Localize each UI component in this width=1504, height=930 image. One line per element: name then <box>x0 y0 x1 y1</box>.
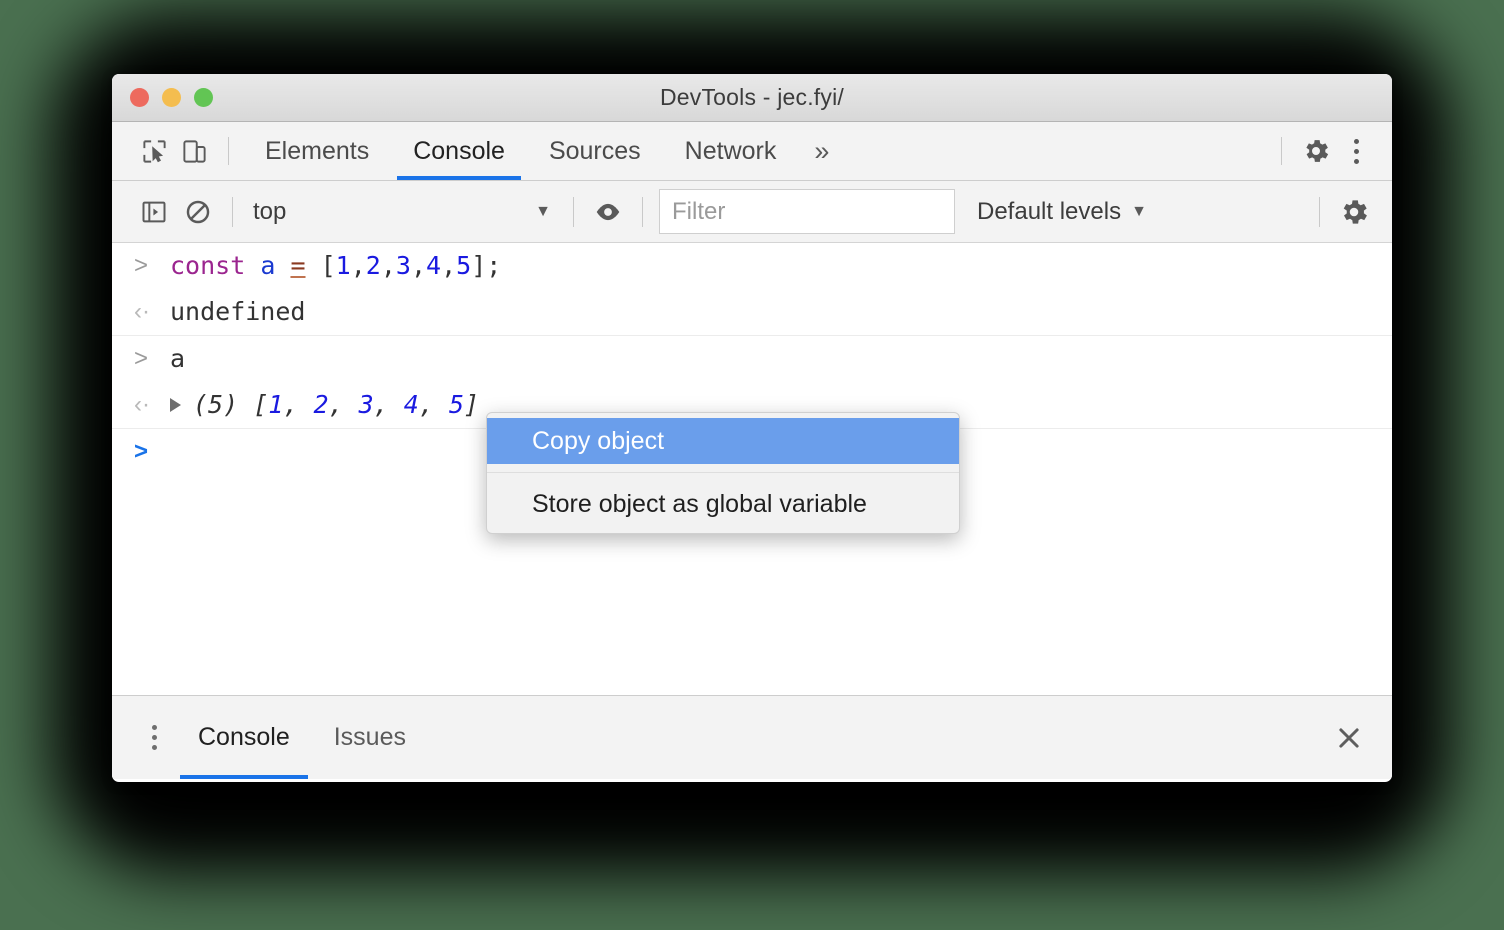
chevron-down-icon: ▼ <box>535 202 551 220</box>
array-separator: , <box>283 390 314 419</box>
tab-console[interactable]: Console <box>391 122 527 180</box>
console-code-text: const a = [1,2,3,4,5]; <box>170 243 501 289</box>
device-toolbar-icon[interactable] <box>174 131 214 171</box>
expand-arrow-icon[interactable] <box>170 397 181 412</box>
context-menu-divider <box>487 472 959 473</box>
token-punct: [ <box>305 251 336 280</box>
close-icon[interactable] <box>1324 696 1374 779</box>
window-title: DevTools - jec.fyi/ <box>659 84 844 110</box>
toolbar-divider-right <box>1281 137 1282 165</box>
gear-icon[interactable] <box>1296 131 1336 171</box>
tab-network[interactable]: Network <box>663 122 799 180</box>
context-menu-item-label: Copy object <box>532 426 665 455</box>
drawer-more-vertical-icon[interactable] <box>132 696 176 779</box>
token-number: 5 <box>456 251 472 280</box>
devtools-window: DevTools - jec.fyi/ Elements Console Sou… <box>112 74 1392 782</box>
tab-network-label: Network <box>684 136 777 165</box>
array-preview[interactable]: (5) [1, 2, 3, 4, 5] <box>170 382 479 428</box>
clear-console-icon[interactable] <box>176 190 220 234</box>
array-separator: , <box>328 390 359 419</box>
inspect-element-icon[interactable] <box>134 131 174 171</box>
token-punct: ]; <box>471 251 502 280</box>
token-number: 2 <box>365 251 381 280</box>
drawer-tab-issues[interactable]: Issues <box>312 696 428 779</box>
filter-placeholder: Filter <box>672 197 726 225</box>
context-menu-item-store-global[interactable]: Store object as global variable <box>487 481 959 527</box>
token-variable: a <box>260 251 276 280</box>
token-punct: , <box>380 251 396 280</box>
drawer-spacer <box>428 696 1324 779</box>
log-levels-label: Default levels <box>977 197 1122 225</box>
drawer-more-dots <box>151 725 157 750</box>
tab-sources-label: Sources <box>548 136 641 165</box>
token-operator: = <box>290 251 306 280</box>
token-number: 1 <box>335 251 351 280</box>
devtools-tabbar: Elements Console Sources Network » <box>112 122 1392 181</box>
output-gutter-icon: ‹· <box>134 391 150 418</box>
input-gutter-icon: > <box>134 345 149 372</box>
console-input-message[interactable]: > const a = [1,2,3,4,5]; <box>112 243 1392 289</box>
array-close-bracket: ] <box>464 390 480 419</box>
toolbar-divider <box>228 137 229 165</box>
console-result-text: undefined <box>170 297 306 326</box>
console-message-group: > const a = [1,2,3,4,5]; ‹· undefined <box>112 243 1392 336</box>
prompt-gutter-icon: > <box>134 438 149 465</box>
drawer-tab-console-label: Console <box>198 723 290 751</box>
array-separator: , <box>373 390 404 419</box>
token-number: 3 <box>395 251 411 280</box>
more-dots <box>1353 138 1359 164</box>
context-menu-item-label: Store object as global variable <box>532 489 867 518</box>
execution-context-selector[interactable]: top ▼ <box>245 190 561 234</box>
live-expression-eye-icon[interactable] <box>586 190 630 234</box>
console-result-message[interactable]: ‹· undefined <box>112 289 1392 335</box>
array-length-label: (5) <box>193 390 239 419</box>
execution-context-value: top <box>253 197 287 225</box>
panel-tabs: Elements Console Sources Network » <box>243 122 845 180</box>
tab-elements[interactable]: Elements <box>243 122 391 180</box>
screenshot-stage: DevTools - jec.fyi/ Elements Console Sou… <box>0 0 1504 930</box>
token-keyword: const <box>170 251 246 280</box>
array-item: 4 <box>403 390 419 419</box>
array-item: 2 <box>313 390 329 419</box>
console-code-text: a <box>170 344 186 373</box>
token-punct: , <box>410 251 426 280</box>
context-menu[interactable]: Copy object Store object as global varia… <box>486 412 960 534</box>
context-menu-item-copy-object[interactable]: Copy object <box>487 418 959 464</box>
tab-elements-label: Elements <box>265 136 370 165</box>
array-separator: , <box>418 390 449 419</box>
token-punct: , <box>441 251 457 280</box>
drawer-toolbar: Console Issues <box>112 695 1392 779</box>
console-sidebar-icon[interactable] <box>132 190 176 234</box>
more-vertical-icon[interactable] <box>1336 131 1376 171</box>
tab-sources[interactable]: Sources <box>527 122 663 180</box>
drawer-tabs: Console Issues <box>176 696 428 779</box>
console-message-list[interactable]: > const a = [1,2,3,4,5]; ‹· undefined > … <box>112 243 1392 695</box>
chevron-double-right-icon: » <box>814 135 830 166</box>
array-item: 1 <box>268 390 284 419</box>
window-titlebar: DevTools - jec.fyi/ <box>112 74 1392 122</box>
token-punct: , <box>350 251 366 280</box>
console-toolbar-divider-3 <box>642 196 643 227</box>
console-settings-gear-icon[interactable] <box>1332 190 1376 234</box>
console-toolbar: top ▼ Filter Default levels ▼ <box>112 181 1392 243</box>
filter-input[interactable]: Filter <box>659 189 955 234</box>
console-toolbar-divider-2 <box>573 196 574 227</box>
array-item: 3 <box>358 390 374 419</box>
chevron-down-icon: ▼ <box>1131 202 1147 220</box>
tab-console-label: Console <box>413 136 505 165</box>
drawer-tab-issues-label: Issues <box>333 723 406 751</box>
array-item: 5 <box>448 390 465 419</box>
token-number: 4 <box>426 251 442 280</box>
more-tabs-button[interactable]: » <box>798 122 845 180</box>
console-input-message[interactable]: > a <box>112 336 1392 382</box>
output-gutter-icon: ‹· <box>134 298 150 325</box>
array-open-bracket: [ <box>238 390 269 419</box>
console-toolbar-divider-4 <box>1319 196 1320 227</box>
log-levels-selector[interactable]: Default levels ▼ <box>977 198 1147 226</box>
drawer-tab-console[interactable]: Console <box>176 696 312 779</box>
console-toolbar-divider-1 <box>232 196 233 227</box>
input-gutter-icon: > <box>134 252 149 279</box>
